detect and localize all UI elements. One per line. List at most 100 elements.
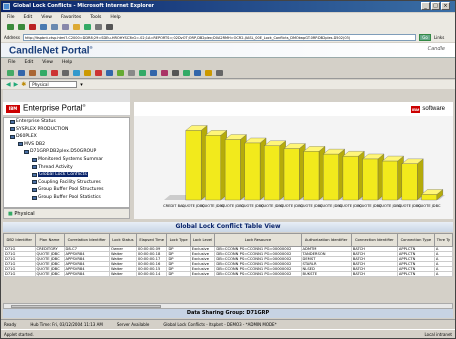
toolbar-icon[interactable] [106,69,113,76]
chart-bar[interactable] [342,150,365,201]
tree-item[interactable]: Enterprise Status [10,119,56,124]
column-header[interactable]: Plan Name [34,233,65,247]
links-label[interactable]: Links [434,35,452,40]
refresh-icon[interactable] [40,24,47,30]
forward-icon[interactable] [18,24,25,30]
menu-tools[interactable]: Tools [90,15,101,20]
toolbar-icon[interactable] [73,69,80,76]
stop-icon[interactable] [29,24,36,30]
tree-item[interactable]: Monitored Systems Summar [32,157,103,162]
physical-tab[interactable]: ■ Physical [3,208,130,219]
minimize-button[interactable]: _ [421,2,430,10]
column-header[interactable]: Lock Level [189,233,216,247]
print-icon[interactable] [106,24,113,30]
chart-bar[interactable] [224,134,247,201]
navigator-header [3,90,130,102]
toolbar-icon[interactable] [128,69,135,76]
portal-menu-edit[interactable]: Edit [25,60,34,66]
toolbar-icon[interactable] [139,69,146,76]
navigator-arrow-icon[interactable]: ▶ [14,81,19,88]
chart-bar[interactable] [263,140,287,201]
column-header[interactable]: Correlation Identifier [63,233,110,247]
tree-item[interactable]: Group Buffer Pool Structures [32,187,104,192]
favorites-icon[interactable] [73,24,80,30]
address-input[interactable]: http://ltspbnt.ctsp.html?.C2000=DDR8;29=… [22,33,416,41]
chart-bar[interactable] [303,146,326,201]
tree-item[interactable]: Coupling Facility Structures [32,180,101,185]
chart-bar[interactable] [283,143,306,201]
applet-status: Applet started. [4,331,34,337]
column-header[interactable]: Elapsed Time [135,233,168,247]
maximize-button[interactable]: □ [431,2,440,10]
tree-item[interactable]: Global Lock Conflicts [32,172,88,178]
portal-menu-file[interactable]: File [8,60,16,66]
scrollbar-thumb[interactable] [11,305,161,308]
history-icon[interactable] [84,24,91,30]
table-cell: BUKSTE [300,271,352,277]
tree-item[interactable]: Thread Activity [32,165,73,170]
home-icon[interactable] [51,24,58,30]
table-cell: BATCH [350,271,398,277]
table-cell: 00:00:00.14 [135,271,168,277]
tree-item[interactable]: D60PLEX [10,134,37,139]
toolbar-icon[interactable] [216,69,223,76]
table-cell: DB=CCONN PS=CCONN1 PG=00000002 [214,251,302,257]
go-button[interactable]: Go [419,33,431,41]
tree-item[interactable]: Group Buffer Pool Statistics [32,195,101,200]
view-select[interactable]: Physical [29,81,78,88]
chevron-down-icon[interactable]: ▾ [80,82,83,88]
column-header[interactable]: DB2 Identifier [3,233,36,247]
tree-item-label: Global Lock Conflicts [38,172,88,178]
chart-bar[interactable] [205,130,228,201]
back-icon[interactable] [7,24,14,30]
column-header[interactable]: Connection Identifier [350,233,398,247]
close-button[interactable]: × [441,2,450,10]
column-header[interactable]: Authorization Identifier [300,233,352,247]
search-icon[interactable] [62,24,69,30]
chart-bar[interactable] [381,155,404,201]
column-header[interactable]: Connection Type [396,233,435,247]
navigator-arrow-icon[interactable]: ◀ [6,81,11,88]
navigator-icon: ✱ [21,81,27,88]
tree-item[interactable]: D71GRP.DB2plex.D50GROUP [24,149,96,154]
navigator-bar: ◀ ▶ ✱ Physical ▾ [1,80,455,89]
toolbar-icon[interactable] [117,69,124,76]
toolbar-icon[interactable] [95,69,102,76]
menu-file[interactable]: File [7,15,15,20]
toolbar-icon[interactable] [150,69,157,76]
chart-bar[interactable] [362,153,385,201]
menu-view[interactable]: View [41,15,52,20]
tree-item[interactable]: MVS DB2 [18,142,45,147]
toolbar-icon[interactable] [62,69,69,76]
toolbar-icon[interactable] [51,69,58,76]
chart-bar[interactable] [401,158,424,201]
menu-favorites[interactable]: Favorites [61,15,81,20]
toolbar-icon[interactable] [18,69,25,76]
toolbar-icon[interactable] [29,69,36,76]
toolbar-icon[interactable] [172,69,179,76]
column-header[interactable]: Thre Ty [433,233,454,247]
table-row[interactable]: D71G QUOTE JDBC APPSVR84 Waiter 00:00:00.14 D… [3,271,454,277]
tree-item[interactable]: SYSPLEX PRODUCTION [10,127,68,132]
toolbar-icon[interactable] [194,69,201,76]
menu-edit[interactable]: Edit [24,15,33,20]
toolbar-icon[interactable] [40,69,47,76]
mail-icon[interactable] [95,24,102,30]
toolbar-icon[interactable] [183,69,190,76]
column-header[interactable]: Lock Status [108,233,137,247]
table-cell: DP [166,271,191,277]
chart-bar[interactable] [244,137,267,201]
address-label: Address [4,34,20,40]
ibm-banner: IBM Enterprise Portal® [3,102,130,116]
toolbar-icon[interactable] [161,69,168,76]
chart-bar[interactable] [185,125,208,201]
toolbar-icon[interactable] [205,69,212,76]
menu-help[interactable]: Help [110,15,120,20]
portal-menu-help[interactable]: Help [62,60,72,66]
column-header[interactable]: Lock Type [166,233,191,247]
column-header[interactable]: Lock Resource [214,233,302,247]
toolbar-icon[interactable] [84,69,91,76]
chart-bar[interactable] [322,148,346,201]
toolbar-icon[interactable] [7,69,14,76]
portal-menu-view[interactable]: View [42,60,53,66]
